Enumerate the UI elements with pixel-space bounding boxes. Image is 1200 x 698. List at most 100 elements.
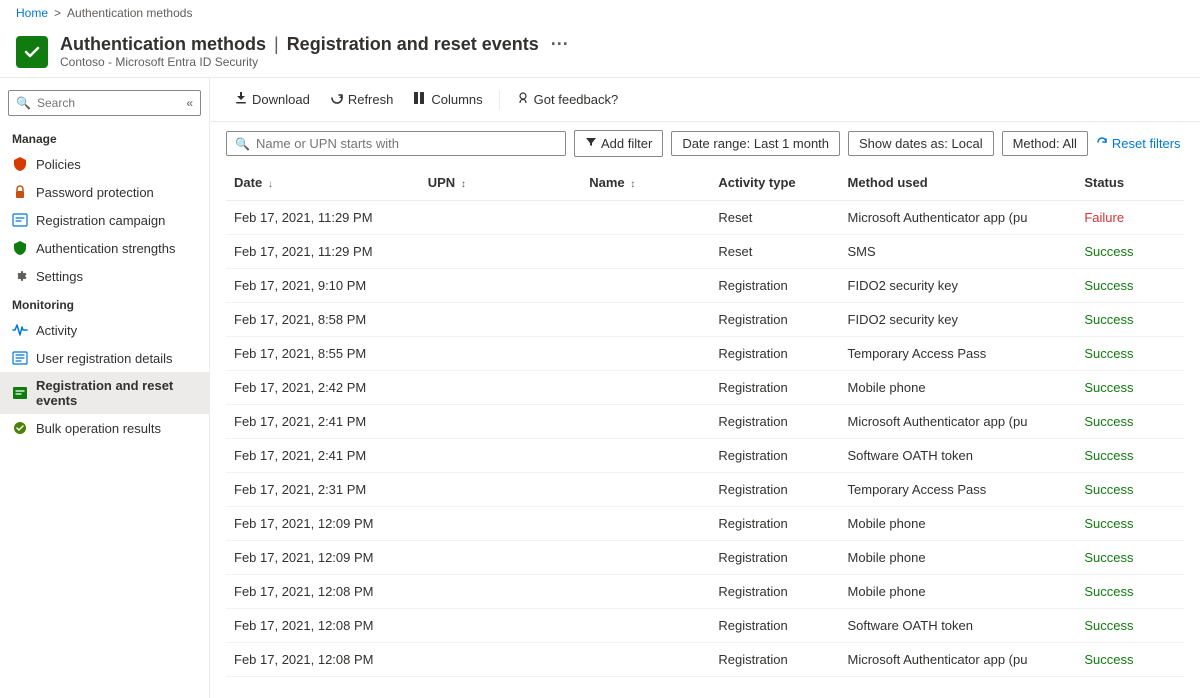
sidebar-item-activity[interactable]: Activity [0,316,209,344]
password-protection-icon [12,184,28,200]
sidebar-item-bulk-results[interactable]: Bulk operation results [0,414,209,442]
columns-button[interactable]: Columns [405,86,490,113]
name-upn-search-input[interactable] [256,136,557,151]
collapse-sidebar-button[interactable]: « [186,96,193,110]
cell-activity-type: Registration [710,473,839,507]
table-row[interactable]: Feb 17, 2021, 9:10 PM Registration FIDO2… [226,269,1184,303]
download-icon [234,91,248,108]
sidebar-item-user-reg-details[interactable]: User registration details [0,344,209,372]
policies-icon [12,156,28,172]
filter-bar: 🔍 Add filter Date range: Last 1 month Sh… [210,122,1200,165]
sidebar-item-auth-strengths[interactable]: Authentication strengths [0,234,209,262]
cell-method-used: Mobile phone [840,371,1077,405]
table-row[interactable]: Feb 17, 2021, 12:09 PM Registration Mobi… [226,507,1184,541]
cell-upn [420,473,581,507]
cell-status: Success [1076,575,1184,609]
cell-upn [420,235,581,269]
filter-search-box[interactable]: 🔍 [226,131,566,156]
breadcrumb-home[interactable]: Home [16,6,48,20]
table-header: Date ↓ UPN ↕ Name ↕ Activity type Meth [226,165,1184,201]
cell-status: Success [1076,439,1184,473]
columns-icon [413,91,427,108]
table-row[interactable]: Feb 17, 2021, 11:29 PM Reset SMS Success [226,235,1184,269]
cell-date: Feb 17, 2021, 8:58 PM [226,303,420,337]
reset-filters-button[interactable]: Reset filters [1096,136,1181,151]
cell-upn [420,541,581,575]
cell-status: Success [1076,235,1184,269]
cell-method-used: Microsoft Authenticator app (pu [840,201,1077,235]
search-input[interactable] [8,90,201,116]
table-row[interactable]: Feb 17, 2021, 12:08 PM Registration Mobi… [226,575,1184,609]
col-header-date[interactable]: Date ↓ [226,165,420,201]
cell-date: Feb 17, 2021, 2:41 PM [226,405,420,439]
cell-activity-type: Registration [710,439,839,473]
table-row[interactable]: Feb 17, 2021, 2:42 PM Registration Mobil… [226,371,1184,405]
table-row[interactable]: Feb 17, 2021, 2:41 PM Registration Micro… [226,405,1184,439]
table-row[interactable]: Feb 17, 2021, 2:31 PM Registration Tempo… [226,473,1184,507]
refresh-label: Refresh [348,92,394,107]
cell-activity-type: Registration [710,269,839,303]
cell-name [581,201,710,235]
cell-status: Success [1076,473,1184,507]
cell-name [581,439,710,473]
cell-name [581,507,710,541]
show-dates-chip[interactable]: Show dates as: Local [848,131,994,156]
cell-upn [420,201,581,235]
table-row[interactable]: Feb 17, 2021, 11:29 PM Reset Microsoft A… [226,201,1184,235]
table-row[interactable]: Feb 17, 2021, 2:41 PM Registration Softw… [226,439,1184,473]
add-filter-button[interactable]: Add filter [574,130,663,157]
cell-method-used: Temporary Access Pass [840,473,1077,507]
sidebar-item-registration-campaign[interactable]: Registration campaign [0,206,209,234]
cell-upn [420,609,581,643]
name-sort-icon: ↕ [630,179,635,190]
col-header-name[interactable]: Name ↕ [581,165,710,201]
cell-upn [420,405,581,439]
sidebar-item-policies[interactable]: Policies [0,150,209,178]
cell-date: Feb 17, 2021, 12:08 PM [226,609,420,643]
sidebar-label-user-reg-details: User registration details [36,351,173,366]
sidebar-item-settings[interactable]: Settings [0,262,209,290]
cell-upn [420,643,581,677]
cell-activity-type: Registration [710,643,839,677]
more-options-button[interactable]: ··· [551,34,569,55]
method-chip[interactable]: Method: All [1002,131,1088,156]
settings-icon [12,268,28,284]
table-row[interactable]: Feb 17, 2021, 12:08 PM Registration Soft… [226,609,1184,643]
sidebar-item-reg-reset-events[interactable]: Registration and reset events [0,372,209,414]
date-sort-icon: ↓ [268,179,273,190]
cell-activity-type: Registration [710,609,839,643]
registration-campaign-icon [12,212,28,228]
reset-filters-icon [1096,136,1108,151]
cell-upn [420,575,581,609]
cell-status: Success [1076,269,1184,303]
events-table: Date ↓ UPN ↕ Name ↕ Activity type Meth [226,165,1184,677]
refresh-button[interactable]: Refresh [322,86,402,113]
cell-status: Success [1076,643,1184,677]
table-row[interactable]: Feb 17, 2021, 12:09 PM Registration Mobi… [226,541,1184,575]
table-row[interactable]: Feb 17, 2021, 8:55 PM Registration Tempo… [226,337,1184,371]
download-label: Download [252,92,310,107]
cell-upn [420,303,581,337]
cell-name [581,405,710,439]
table-row[interactable]: Feb 17, 2021, 12:08 PM Registration Micr… [226,643,1184,677]
col-header-upn[interactable]: UPN ↕ [420,165,581,201]
download-button[interactable]: Download [226,86,318,113]
page-subtitle: Contoso - Microsoft Entra ID Security [60,55,569,69]
date-range-chip[interactable]: Date range: Last 1 month [671,131,840,156]
sidebar-item-password-protection[interactable]: Password protection [0,178,209,206]
sidebar-search-icon: 🔍 [16,96,31,110]
cell-date: Feb 17, 2021, 12:08 PM [226,575,420,609]
manage-section-label: Manage [0,124,209,150]
table-row[interactable]: Feb 17, 2021, 8:58 PM Registration FIDO2… [226,303,1184,337]
table-container: Date ↓ UPN ↕ Name ↕ Activity type Meth [210,165,1200,677]
cell-date: Feb 17, 2021, 12:09 PM [226,541,420,575]
refresh-icon [330,91,344,108]
cell-method-used: FIDO2 security key [840,303,1077,337]
cell-date: Feb 17, 2021, 9:10 PM [226,269,420,303]
cell-activity-type: Registration [710,371,839,405]
add-filter-icon [585,136,597,151]
feedback-button[interactable]: Got feedback? [508,86,627,113]
activity-icon [12,322,28,338]
cell-name [581,337,710,371]
cell-upn [420,507,581,541]
